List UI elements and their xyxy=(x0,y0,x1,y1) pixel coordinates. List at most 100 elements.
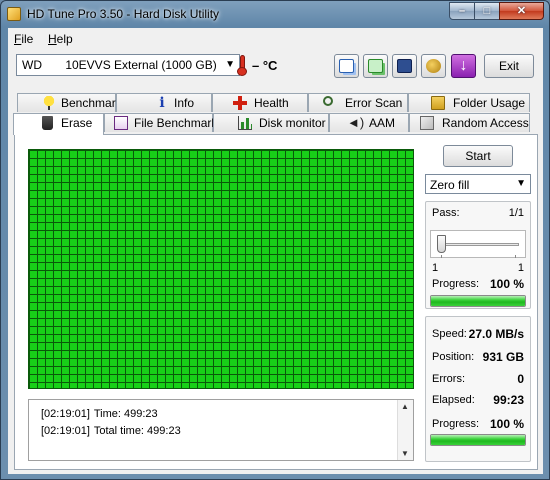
tab-aam[interactable]: ◄) AAM xyxy=(329,113,409,132)
speed-label: Speed: xyxy=(432,328,467,340)
tab-info-label: Info xyxy=(174,96,195,110)
tab-erase-label: Erase xyxy=(61,116,93,130)
slider-track xyxy=(437,243,519,246)
drive-select[interactable]: WD 10EVVS External (1000 GB) ▼ xyxy=(16,54,240,76)
options-button[interactable] xyxy=(421,54,446,78)
total-progress-bar xyxy=(430,434,526,446)
tab-health[interactable]: Health xyxy=(212,93,308,112)
tab-health-label: Health xyxy=(254,96,289,110)
block-map xyxy=(28,149,414,389)
app-window: HD Tune Pro 3.50 - Hard Disk Utility – □… xyxy=(0,0,550,480)
save-icon xyxy=(397,59,412,73)
copy-text-button[interactable] xyxy=(334,54,359,78)
elapsed-label: Elapsed: xyxy=(432,394,475,406)
options-icon xyxy=(426,59,441,73)
tab-random-access-label: Random Access xyxy=(442,116,529,130)
pass-progress-value: 100 % xyxy=(489,277,524,291)
download-icon: ↓ xyxy=(459,57,468,74)
errors-value: 0 xyxy=(517,372,524,386)
log-message: Total time: 499:23 xyxy=(93,425,181,437)
chevron-down-icon: ▼ xyxy=(225,59,235,70)
download-button[interactable]: ↓ xyxy=(451,54,476,78)
menu-help[interactable]: Help xyxy=(48,32,73,46)
tab-file-benchmark[interactable]: File Benchmark xyxy=(104,113,217,132)
slider-min-label: 1 xyxy=(432,262,439,274)
tab-erase[interactable]: Erase xyxy=(13,113,104,135)
minimize-button[interactable]: – xyxy=(449,2,475,20)
copy-text-icon xyxy=(339,59,354,73)
log-message: Time: 499:23 xyxy=(93,408,158,420)
copy-screenshot-icon xyxy=(368,59,383,73)
folder-icon xyxy=(431,96,445,110)
elapsed-value: 99:23 xyxy=(493,393,524,407)
tab-folder-usage[interactable]: Folder Usage xyxy=(408,93,530,112)
log-list[interactable]: [02:19:01] Time: 499:23 [02:19:01] Total… xyxy=(28,399,414,461)
progress-fill xyxy=(431,296,525,306)
close-icon: ✕ xyxy=(516,5,527,17)
tab-error-scan-label: Error Scan xyxy=(345,96,403,110)
pass-slider[interactable] xyxy=(430,230,526,258)
log-scrollbar[interactable]: ▲ ▼ xyxy=(397,400,413,460)
temperature-readout: – °C xyxy=(252,58,278,73)
tab-error-scan[interactable]: Error Scan xyxy=(308,93,408,112)
tab-benchmark[interactable]: Benchmark xyxy=(17,93,122,112)
save-button[interactable] xyxy=(392,54,417,78)
maximize-button[interactable]: □ xyxy=(474,2,500,20)
menu-help-accel: H xyxy=(48,32,57,46)
menu-file-label: ile xyxy=(21,32,34,46)
title-bar[interactable]: HD Tune Pro 3.50 - Hard Disk Utility – □… xyxy=(1,1,549,27)
slider-tick xyxy=(515,255,516,258)
tab-info[interactable]: i Info xyxy=(116,93,212,112)
minimize-icon: – xyxy=(458,5,466,17)
tab-disk-monitor-label: Disk monitor xyxy=(259,116,326,130)
window-client-area: File Help WD 10EVVS External (1000 GB) ▼… xyxy=(8,28,543,474)
pass-progress-bar xyxy=(430,295,526,307)
position-label: Position: xyxy=(432,351,475,363)
tab-benchmark-label: Benchmark xyxy=(61,96,122,110)
errors-label: Errors: xyxy=(432,373,465,385)
erase-mode-select[interactable]: Zero fill ▼ xyxy=(425,174,531,194)
file-benchmark-icon xyxy=(114,116,128,130)
scroll-down-icon[interactable]: ▼ xyxy=(401,449,409,458)
tab-random-access[interactable]: Random Access xyxy=(409,113,530,132)
pass-group: Pass: 1/1 1 1 Progress: 100 % xyxy=(425,201,531,309)
slider-thumb[interactable] xyxy=(437,235,446,253)
position-value: 931 GB xyxy=(482,350,524,364)
log-timestamp: [02:19:01] xyxy=(41,425,90,437)
log-entry: [02:19:01] Time: 499:23 xyxy=(41,408,158,420)
slider-max-label: 1 xyxy=(517,262,524,274)
close-button[interactable]: ✕ xyxy=(499,2,544,20)
menu-file[interactable]: File xyxy=(14,32,33,46)
pass-progress-label: Progress: xyxy=(432,278,480,290)
tab-folder-usage-label: Folder Usage xyxy=(453,96,526,110)
maximize-icon: □ xyxy=(483,5,491,17)
lightbulb-icon xyxy=(42,96,56,110)
pass-value: 1/1 xyxy=(508,207,524,219)
exit-button[interactable]: Exit xyxy=(484,54,534,78)
health-cross-icon xyxy=(233,96,247,110)
total-progress-label: Progress: xyxy=(432,418,480,430)
info-icon: i xyxy=(159,95,165,111)
random-access-icon xyxy=(420,116,434,130)
start-button[interactable]: Start xyxy=(443,145,513,167)
window-title: HD Tune Pro 3.50 - Hard Disk Utility xyxy=(27,7,220,21)
magnifier-icon xyxy=(323,96,333,106)
tab-disk-monitor[interactable]: Disk monitor xyxy=(213,113,329,132)
tab-file-benchmark-label: File Benchmark xyxy=(134,116,218,130)
copy-screenshot-button[interactable] xyxy=(363,54,388,78)
app-icon xyxy=(7,7,21,21)
speaker-icon: ◄) xyxy=(347,115,365,130)
log-timestamp: [02:19:01] xyxy=(41,408,90,420)
scroll-up-icon[interactable]: ▲ xyxy=(401,402,409,411)
total-progress-value: 100 % xyxy=(489,417,524,431)
menu-help-label: elp xyxy=(56,32,73,46)
chevron-down-icon: ▼ xyxy=(516,178,526,189)
bar-graph-icon xyxy=(238,116,252,130)
progress-fill xyxy=(431,435,525,445)
pass-label: Pass: xyxy=(432,207,460,219)
speed-value: 27.0 MB/s xyxy=(468,327,524,341)
erase-mode-value: Zero fill xyxy=(430,178,470,192)
thermometer-icon xyxy=(237,54,247,76)
log-entry: [02:19:01] Total time: 499:23 xyxy=(41,425,181,437)
drive-select-value: WD 10EVVS External (1000 GB) xyxy=(22,58,217,72)
